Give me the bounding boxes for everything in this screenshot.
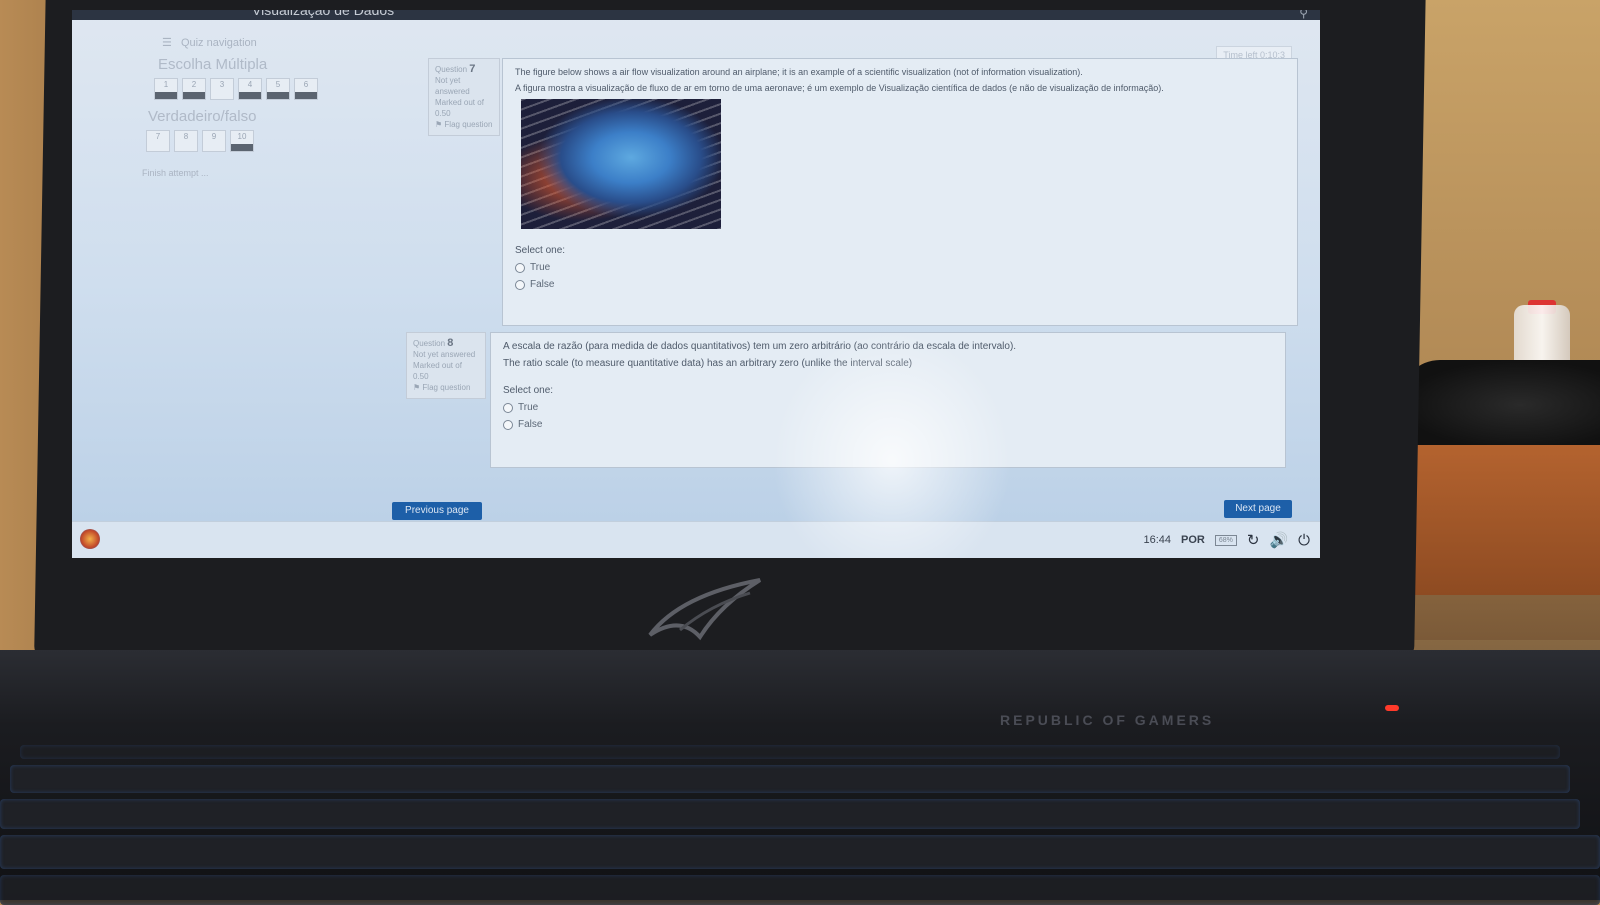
section-title-multiple-choice: Escolha Múltipla <box>158 56 268 73</box>
dark-cloth <box>1400 360 1600 450</box>
taskbar: 16:44 POR 68% ↻ 🔊 ⏻ <box>72 521 1320 558</box>
question-card-8: A escala de razão (para medida de dados … <box>490 332 1286 468</box>
section-title-true-false: Verdadeiro/falso <box>148 108 257 125</box>
battery-indicator[interactable]: 68% <box>1214 534 1237 546</box>
nav-question-8[interactable]: 8 <box>174 130 198 152</box>
start-menu-icon[interactable] <box>80 529 100 549</box>
menu-icon[interactable]: ☰ <box>162 37 172 49</box>
nav-question-9[interactable]: 9 <box>202 130 226 152</box>
rog-logo <box>648 578 762 641</box>
next-page-button[interactable]: Next page <box>1224 500 1292 518</box>
power-icon[interactable]: ⏻ <box>1298 532 1310 549</box>
flag-icon: ⚑ <box>435 120 443 129</box>
search-icon[interactable]: ⚲ <box>1299 10 1308 20</box>
nav-question-7[interactable]: 7 <box>146 130 170 152</box>
question-label: Question <box>435 65 468 74</box>
system-tray: 16:44 POR 68% ↻ 🔊 ⏻ <box>1143 531 1310 550</box>
flag-icon: ⚑ <box>413 383 421 392</box>
key-row-zxcv <box>0 875 1600 905</box>
key-row-numbers <box>10 765 1570 793</box>
radio-false[interactable] <box>503 419 513 430</box>
key-row-qwerty <box>0 799 1580 829</box>
top-bar: Visualização de Dados ⚲ <box>72 10 1320 20</box>
option-true[interactable]: True <box>515 262 1285 273</box>
finish-attempt-link[interactable]: Finish attempt ... <box>142 168 209 178</box>
brand-text: REPUBLIC OF GAMERS <box>1000 712 1215 728</box>
key-row-top <box>20 745 1560 759</box>
previous-page-button[interactable]: Previous page <box>392 502 482 520</box>
nav-question-2[interactable]: 2 <box>182 78 206 100</box>
question-label: Question <box>413 339 446 348</box>
select-one-label: Select one: <box>503 385 554 396</box>
nav-question-3[interactable]: 3 <box>210 78 234 100</box>
question-number: 8 <box>447 337 454 349</box>
question-info-8: Question 8 Not yet answered Marked out o… <box>406 332 486 399</box>
option-false[interactable]: False <box>515 279 1285 290</box>
quiz-navigation-header: ☰ Quiz navigation <box>162 36 257 49</box>
question-text-pt: A figura mostra a visualização de fluxo … <box>515 83 1164 93</box>
volume-icon[interactable]: 🔊 <box>1269 531 1288 549</box>
laptop-screen: Visualização de Dados ⚲ ☰ Quiz navigatio… <box>72 10 1320 558</box>
question-number: 7 <box>469 63 476 75</box>
option-true[interactable]: True <box>503 402 1273 413</box>
radio-true[interactable] <box>503 402 513 413</box>
nav-question-4[interactable]: 4 <box>238 78 262 100</box>
question-marked: Marked out of 0.50 <box>435 98 484 118</box>
question-state: Not yet answered <box>435 76 470 96</box>
nav-question-1[interactable]: 1 <box>154 78 178 100</box>
power-led <box>1385 705 1399 711</box>
quiz-navigation-label: Quiz navigation <box>180 37 257 49</box>
flag-question-link[interactable]: ⚑ Flag question <box>435 119 493 130</box>
nav-boxes-section-1: 1 2 3 4 5 6 <box>154 78 318 100</box>
radio-false[interactable] <box>515 279 525 290</box>
nav-boxes-section-2: 7 8 9 10 <box>146 130 254 152</box>
question-text-en: The ratio scale (to measure quantitative… <box>503 358 913 369</box>
nav-question-6[interactable]: 6 <box>294 78 318 100</box>
refresh-icon[interactable]: ↻ <box>1247 531 1260 549</box>
question-info-7: Question 7 Not yet answered Marked out o… <box>428 58 500 136</box>
flag-question-link[interactable]: ⚑ Flag question <box>413 382 479 393</box>
question-text-pt: A escala de razão (para medida de dados … <box>503 341 1017 352</box>
question-text-en: The figure below shows a air flow visual… <box>515 67 1083 77</box>
airflow-visualization-image <box>521 99 721 229</box>
question-marked: Marked out of 0.50 <box>413 361 462 381</box>
key-row-asdf <box>0 835 1600 869</box>
clock: 16:44 <box>1143 534 1171 546</box>
option-false[interactable]: False <box>503 419 1273 430</box>
nav-question-5[interactable]: 5 <box>266 78 290 100</box>
keyboard-language[interactable]: POR <box>1181 534 1205 546</box>
radio-true[interactable] <box>515 262 525 273</box>
question-card-7: The figure below shows a air flow visual… <box>502 58 1298 326</box>
nav-question-10[interactable]: 10 <box>230 130 254 152</box>
app-title: Visualização de Dados <box>252 10 395 18</box>
select-one-label: Select one: <box>515 245 566 256</box>
question-state: Not yet answered <box>413 350 476 359</box>
